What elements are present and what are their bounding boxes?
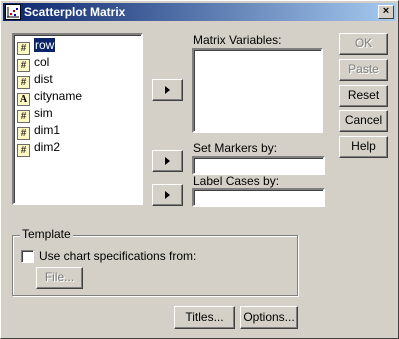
variable-list-item[interactable]: # sim <box>17 105 141 123</box>
close-icon: × <box>382 5 390 17</box>
variable-list-item[interactable]: Acityname <box>17 88 141 106</box>
variable-name: sim <box>34 106 53 120</box>
file-button[interactable]: File... <box>36 267 83 289</box>
move-to-matrix-button[interactable] <box>152 79 183 101</box>
matrix-variables-label: Matrix Variables: <box>193 33 282 47</box>
help-button[interactable]: Help <box>339 136 388 158</box>
variable-list-item[interactable]: # dim1 <box>17 122 141 140</box>
variable-list-item[interactable]: # dist <box>17 71 141 89</box>
variable-items: # row # col # dist Acityname # sim # dim1 # dim2 <box>17 37 141 157</box>
paste-button[interactable]: Paste <box>339 59 388 81</box>
dialog-window: Scatterplot Matrix × # row # col # dist Acityn… <box>0 0 399 339</box>
variable-name: cityname <box>34 89 83 103</box>
right-arrow-icon <box>165 191 170 199</box>
matrix-variables-list[interactable] <box>192 48 323 133</box>
use-chart-spec-label[interactable]: Use chart specifications from: <box>39 249 196 263</box>
reset-button[interactable]: Reset <box>339 85 388 107</box>
variable-name: dim1 <box>34 123 61 137</box>
close-button[interactable]: × <box>378 5 394 19</box>
ok-button[interactable]: OK <box>339 33 388 55</box>
numeric-variable-icon: # <box>17 144 30 157</box>
scatterplot-app-icon <box>5 4 21 20</box>
right-arrow-icon <box>165 86 170 94</box>
use-chart-spec-checkbox[interactable] <box>21 250 34 263</box>
variable-list-item[interactable]: # row <box>17 37 141 55</box>
variable-name: dim2 <box>34 140 61 154</box>
title-bar[interactable]: Scatterplot Matrix × <box>3 3 396 21</box>
label-cases-by-label: Label Cases by: <box>193 174 280 188</box>
set-markers-by-label: Set Markers by: <box>193 141 278 155</box>
titles-button[interactable]: Titles... <box>174 306 235 329</box>
cancel-button[interactable]: Cancel <box>339 110 388 132</box>
template-group-legend: Template <box>20 227 73 241</box>
set-markers-by-field[interactable] <box>192 156 325 175</box>
variable-name: dist <box>34 72 53 86</box>
right-arrow-icon <box>165 157 170 165</box>
options-button[interactable]: Options... <box>240 306 298 329</box>
label-cases-by-field[interactable] <box>192 188 325 207</box>
move-to-markers-button[interactable] <box>152 150 183 172</box>
variable-name: col <box>34 55 50 69</box>
window-title: Scatterplot Matrix <box>24 5 126 19</box>
source-variable-list[interactable]: # row # col # dist Acityname # sim # dim1 # dim2 <box>12 33 143 205</box>
move-to-label-cases-button[interactable] <box>152 184 183 206</box>
variable-list-item[interactable]: # col <box>17 54 141 72</box>
variable-list-item[interactable]: # dim2 <box>17 139 141 157</box>
variable-name: row <box>32 37 57 53</box>
